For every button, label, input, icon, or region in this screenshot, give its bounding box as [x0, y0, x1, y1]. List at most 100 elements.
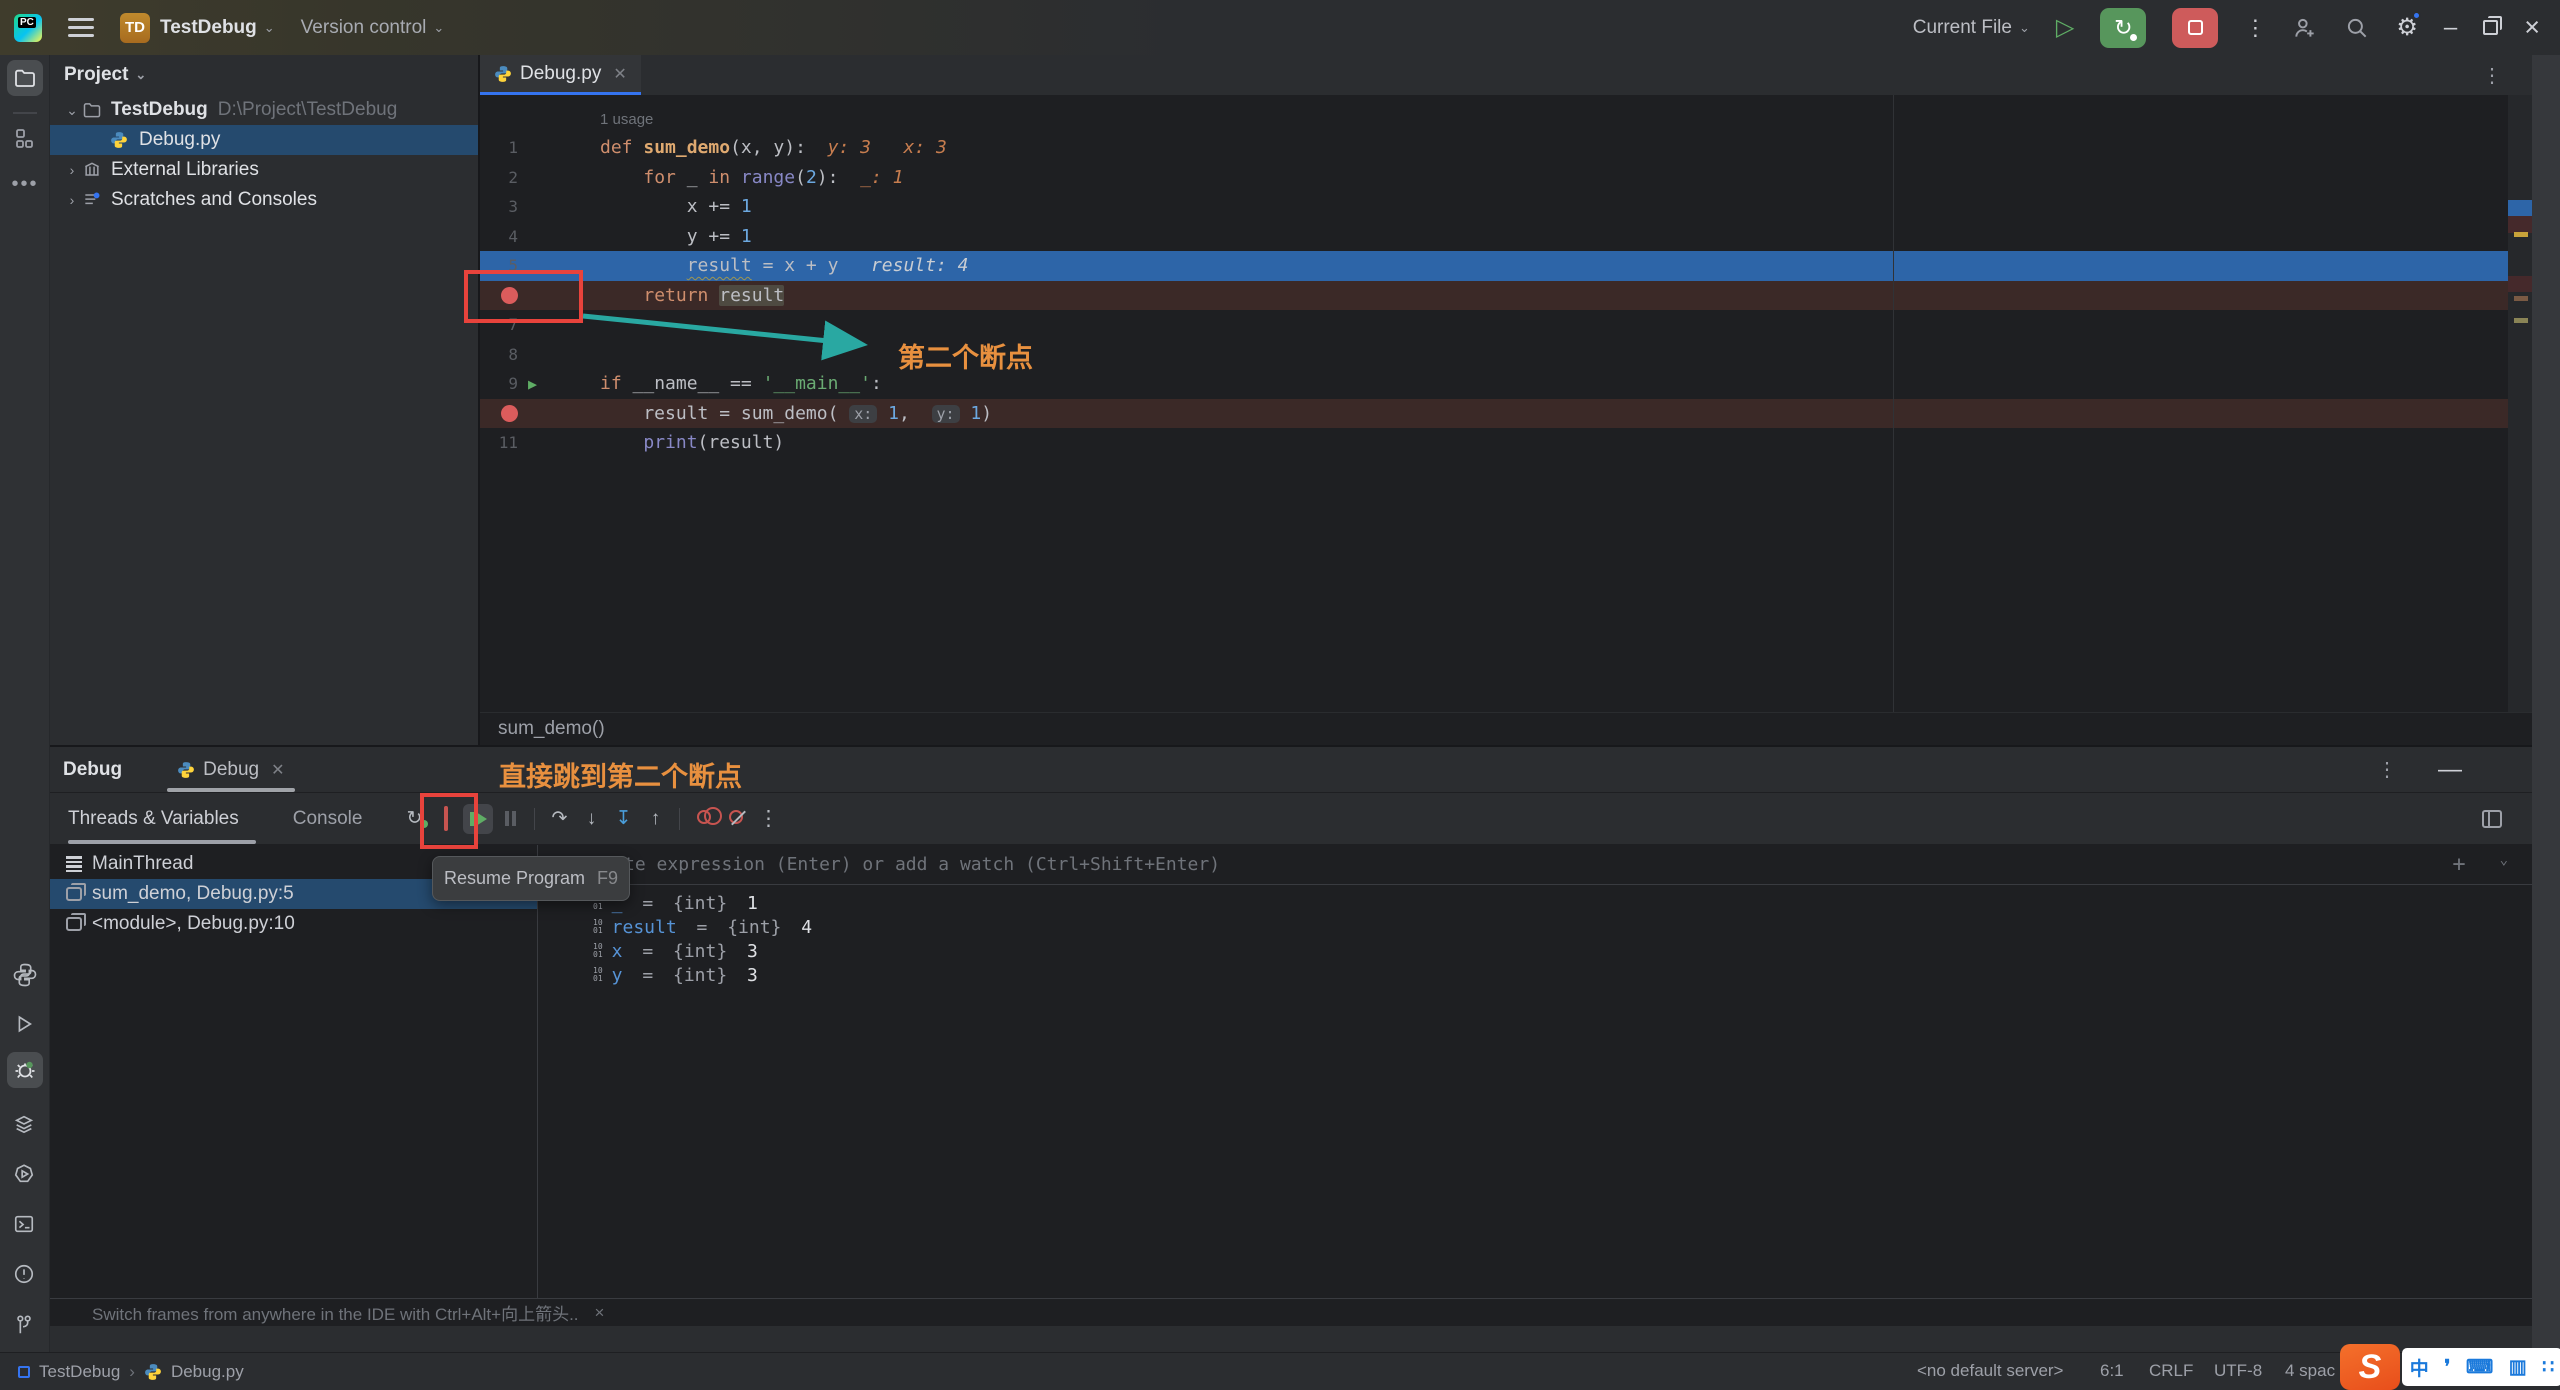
line-number: 11: [498, 433, 518, 452]
services-tool-icon[interactable]: [13, 1113, 37, 1135]
run-configuration-selector[interactable]: Current File ⌄: [1913, 17, 2030, 39]
stack-frame-row[interactable]: <module>, Debug.py:10: [50, 909, 537, 939]
window-restore-button[interactable]: [2483, 16, 2503, 35]
window-minimize-button[interactable]: –: [2444, 14, 2457, 42]
more-options-icon[interactable]: ⋮: [2377, 757, 2397, 782]
main-menu-icon[interactable]: [68, 18, 94, 37]
hide-panel-icon[interactable]: —: [2438, 756, 2462, 784]
chevron-expanded-icon[interactable]: ⌄: [62, 102, 82, 119]
code-line-10[interactable]: result = sum_demo( x: 1, y: 1): [480, 398, 2508, 428]
code-editor[interactable]: 1 usage 1 def sum_demo(x, y): y: 3 x: 3 2 f…: [480, 95, 2508, 712]
code-line-3[interactable]: 3 x += 1: [480, 192, 2508, 222]
token-txt: y +=: [600, 225, 741, 247]
code-line-4[interactable]: 4 y += 1: [480, 222, 2508, 252]
ime-icon-4[interactable]: ∷: [2542, 1356, 2554, 1379]
code-line-1[interactable]: 1 def sum_demo(x, y): y: 3 x: 3: [480, 133, 2508, 163]
variable-row-result[interactable]: 10 01 result = {int} 4: [537, 915, 2532, 939]
tree-item-external-libraries[interactable]: › External Libraries: [50, 155, 478, 185]
project-tool-icon[interactable]: [13, 66, 37, 90]
token-txt: (result): [697, 432, 785, 453]
ime-icon-3[interactable]: ▥: [2509, 1356, 2527, 1379]
panel-divider[interactable]: [537, 845, 538, 1326]
token-kw: in: [708, 166, 731, 188]
breadcrumb[interactable]: sum_demo(): [498, 718, 605, 740]
tab-console[interactable]: Console: [281, 808, 375, 830]
status-line-ending[interactable]: CRLF: [2149, 1352, 2193, 1390]
status-encoding[interactable]: UTF-8: [2214, 1352, 2262, 1390]
variables-panel: Evaluate expression (Enter) or add a wat…: [537, 845, 2532, 1326]
view-breakpoints-icon[interactable]: [688, 806, 723, 830]
version-control-menu[interactable]: Version control ⌄: [301, 17, 445, 39]
more-icon[interactable]: ⋮: [752, 806, 784, 831]
hint-close-icon[interactable]: ×: [595, 1303, 605, 1323]
chevron-right-icon: ›: [129, 1361, 135, 1381]
chevron-collapsed-icon[interactable]: ›: [62, 162, 82, 178]
run-button[interactable]: ▷: [2056, 13, 2074, 42]
editor-scroll-column[interactable]: [2508, 95, 2532, 712]
force-step-into-icon[interactable]: ↧: [607, 807, 639, 830]
token-kw: def: [600, 137, 644, 158]
int-variable-icon: 1001: [593, 918, 603, 935]
python-console-tool-icon[interactable]: [13, 1163, 37, 1185]
window-close-button[interactable]: ×: [2524, 12, 2540, 43]
token-txt: = x + y: [751, 255, 839, 276]
settings-gear-icon[interactable]: ⚙: [2396, 11, 2421, 42]
tree-item-debug-py[interactable]: Debug.py: [50, 125, 478, 155]
sogou-logo-icon[interactable]: S: [2340, 1344, 2400, 1390]
var-eq: =: [631, 964, 664, 986]
more-tools-icon[interactable]: •••: [0, 173, 50, 196]
status-project[interactable]: TestDebug: [39, 1362, 120, 1382]
structure-tool-icon[interactable]: [13, 126, 37, 150]
python-packages-tool-icon[interactable]: [13, 963, 37, 987]
chevron-collapsed-icon[interactable]: ›: [62, 192, 82, 208]
breakpoint-icon[interactable]: [501, 404, 518, 422]
add-watch-icon[interactable]: +: [2452, 852, 2465, 877]
debug-session-tab[interactable]: Debug ✕: [167, 747, 295, 792]
status-server[interactable]: <no default server>: [1917, 1352, 2063, 1390]
python-icon: [110, 131, 132, 149]
project-name: TestDebug: [160, 16, 257, 38]
close-icon[interactable]: ✕: [271, 760, 284, 780]
add-user-icon[interactable]: [2292, 15, 2318, 41]
debug-tool-icon[interactable]: [13, 1058, 37, 1082]
pause-program-icon[interactable]: [494, 811, 526, 826]
ime-icon-0[interactable]: 中: [2410, 1354, 2429, 1381]
ime-icon-2[interactable]: ⌨: [2466, 1356, 2493, 1379]
ime-icon-1[interactable]: ❜: [2444, 1356, 2450, 1379]
tree-item-testdebug[interactable]: ⌄ TestDebug D:\Project\TestDebug: [50, 95, 478, 125]
chevron-down-icon[interactable]: ⌄: [2500, 852, 2508, 877]
code-line-11[interactable]: 11 print(result): [480, 428, 2508, 458]
terminal-tool-icon[interactable]: [13, 1213, 37, 1235]
usage-hint[interactable]: 1 usage: [600, 107, 2508, 133]
rerun-debug-button[interactable]: ↻: [2100, 7, 2147, 48]
chevron-down-icon[interactable]: ⌄: [135, 67, 146, 83]
tab-threads-variables[interactable]: Threads & Variables: [56, 808, 251, 830]
variable-row-_[interactable]: 1001_ = {int} 1: [537, 891, 2532, 915]
step-into-icon[interactable]: ↓: [575, 808, 607, 830]
status-caret-position[interactable]: 6:1: [2100, 1352, 2124, 1390]
close-icon[interactable]: ✕: [613, 64, 626, 84]
code-line-5[interactable]: 5 result = x + y result: 4: [480, 251, 2508, 281]
var-val: 4: [801, 916, 813, 938]
more-actions-icon[interactable]: ⋮: [2244, 15, 2266, 41]
problems-tool-icon[interactable]: [13, 1263, 37, 1285]
run-tool-icon[interactable]: [13, 1013, 37, 1035]
variable-row-x[interactable]: 10 01 x = {int} 3: [537, 939, 2532, 963]
editor-tab-debug-py[interactable]: Debug.py ✕: [480, 55, 641, 95]
mute-breakpoints-icon[interactable]: [720, 808, 752, 830]
status-file[interactable]: Debug.py: [171, 1362, 244, 1382]
evaluate-expression-input[interactable]: Evaluate expression (Enter) or add a wat…: [537, 845, 2532, 885]
tree-item-scratches-and-consoles[interactable]: › Scratches and Consoles: [50, 185, 478, 215]
stop-button[interactable]: [2172, 7, 2219, 48]
git-tool-icon[interactable]: [13, 1313, 37, 1337]
layout-settings-icon[interactable]: [2482, 809, 2502, 828]
status-indent[interactable]: 4 spac: [2285, 1352, 2335, 1390]
step-out-icon[interactable]: ↑: [639, 808, 671, 830]
project-selector[interactable]: TD TestDebug ⌄: [120, 12, 275, 43]
step-over-icon[interactable]: ↷: [543, 807, 575, 830]
code-line-2[interactable]: 2 for _ in range(2): _: 1: [480, 163, 2508, 193]
variable-row-y[interactable]: 10 01 y = {int} 3: [537, 963, 2532, 987]
search-icon[interactable]: [2344, 15, 2370, 41]
right-tool-stripe: [2532, 55, 2560, 1352]
